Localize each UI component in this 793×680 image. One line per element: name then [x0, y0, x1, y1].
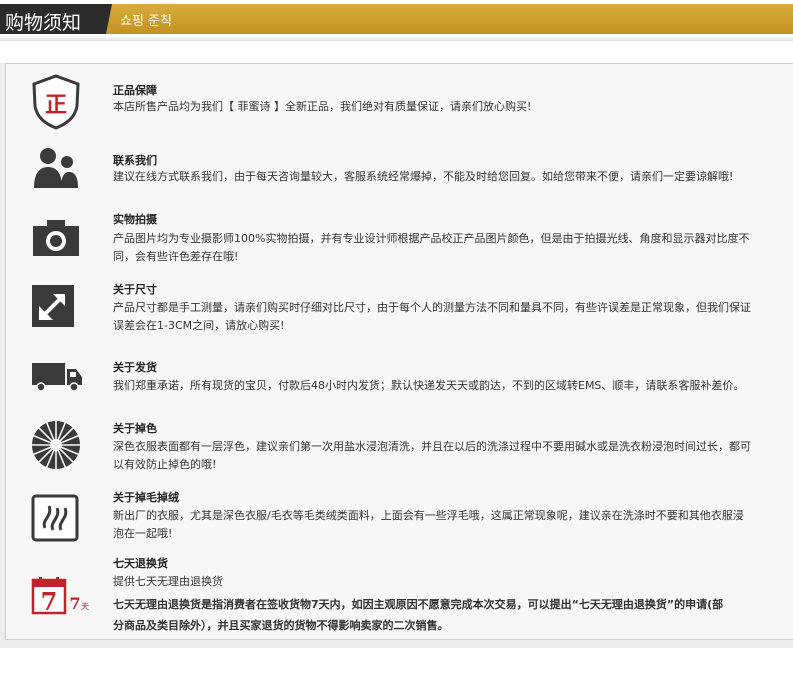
item-desc-line: 我们郑重承诺，所有现货的宝贝，付款后48小时内发货；默认快递发天天或韵达，不到的…	[113, 379, 745, 392]
item-title: 联系我们	[113, 154, 157, 167]
item-title: 关于尺寸	[113, 283, 157, 296]
shield-icon: 正	[31, 74, 81, 130]
item-desc-line: 分商品及类目除外），并且买家退货的货物不得影响卖家的二次销售。	[113, 619, 449, 632]
calendar-7-icon: 7 7 天	[31, 576, 91, 626]
item-desc-line: 泡在一起哦!	[113, 527, 173, 540]
shield-icon-text: 正	[45, 92, 67, 118]
item-title: 关于发货	[113, 361, 157, 374]
top-strip	[0, 40, 793, 63]
title-corner	[106, 4, 112, 34]
item-desc-line: 本店所售产品均为我们【 菲蜜诗 】全新正品，我们绝对有质量保证，请亲们放心购买!	[113, 100, 532, 113]
item-title: 实物拍摄	[113, 213, 157, 226]
item-title: 正品保障	[113, 84, 157, 97]
item-title: 七天退换货	[113, 557, 168, 570]
page-title: 购物须知	[5, 12, 82, 34]
notice-panel: 正 正品保障 本店所售产品均为我们【 菲蜜诗 】全新正品，我们绝对有质量保证，请…	[5, 63, 793, 640]
color-fade-icon	[31, 420, 81, 470]
item-title: 关于掉色	[113, 422, 157, 435]
item-desc-line: 以有效防止掉色的哦!	[113, 458, 217, 471]
item-desc-line: 产品尺寸都是手工测量，请亲们购买时仔细对比尺寸，由于每个人的测量方法不同和量具不…	[113, 301, 751, 314]
calendar-number-2: 7	[69, 594, 80, 613]
item-desc-line: 建议在线方式联系我们，由于每天咨询量较大，客服系统经常爆掉，不能及时给您回复。如…	[113, 170, 734, 183]
item-desc-line: 提供七天无理由退换货	[113, 575, 223, 588]
item-desc-line: 深色衣服表面都有一层浮色，建议亲们第一次用盐水浸泡清洗，并且在以后的洗涤过程中不…	[113, 440, 751, 453]
header-bar	[0, 4, 793, 34]
header: 购物须知 쇼핑 준칙	[0, 0, 793, 38]
truck-icon	[31, 362, 82, 412]
page-subtitle: 쇼핑 준칙	[120, 14, 172, 29]
title-box: 购物须知	[0, 4, 106, 34]
calendar-number: 7	[41, 587, 58, 616]
item-desc-line: 产品图片均为专业摄影师100%实物拍摄，并有专业设计师根据产品校正产品图片颜色，…	[113, 232, 750, 245]
item-desc-line: 七天无理由退换货是指消费者在签收货物7天内，如因主观原因不愿意完成本次交易，可以…	[113, 598, 724, 611]
calendar-day-char: 天	[81, 602, 89, 611]
bottom-strip	[0, 648, 793, 680]
item-desc-line: 新出厂的衣服，尤其是深色衣服/毛衣等毛类绒类面料，上面会有一些浮毛哦，这属正常现…	[113, 509, 744, 522]
resize-arrow-icon	[31, 284, 81, 334]
item-desc-line: 误差会在1-3CM之间，请放心购买!	[113, 319, 285, 332]
item-desc-line: 同，会有些许色差存在哦!	[113, 250, 239, 263]
fluff-icon	[31, 494, 81, 544]
camera-icon	[31, 218, 81, 268]
item-title: 关于掉毛掉绒	[113, 491, 179, 504]
users-icon	[31, 146, 81, 196]
